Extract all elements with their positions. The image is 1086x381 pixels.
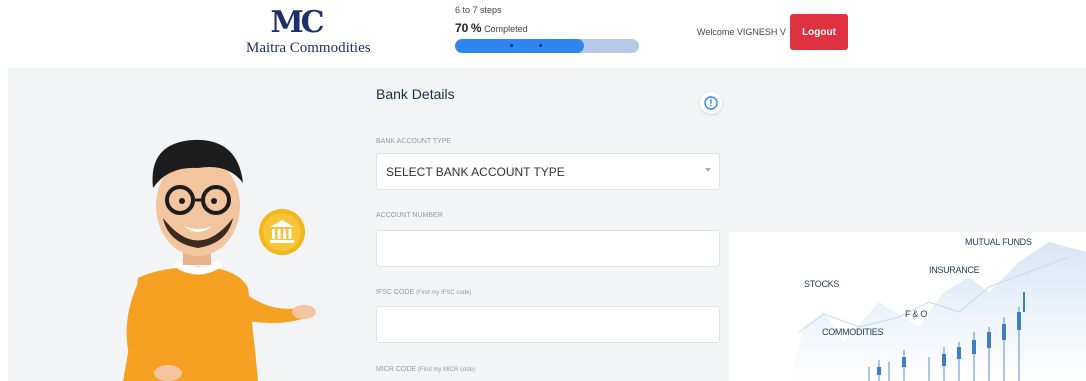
- find-micr-link[interactable]: (Find my MICR code): [418, 367, 475, 373]
- progress-bar-fill: [455, 39, 584, 53]
- welcome-text: Welcome VIGNESH V: [697, 27, 786, 37]
- steps-text: 6 to 7 steps: [455, 5, 502, 15]
- logout-button[interactable]: Logout: [790, 14, 848, 50]
- account-number-input[interactable]: [376, 230, 720, 267]
- account-number-label: ACCOUNT NUMBER: [376, 212, 443, 219]
- header: MC Maitra Commodities 6 to 7 steps 70 % …: [0, 0, 1086, 68]
- percent-line: 70 % Completed: [455, 21, 645, 35]
- bank-account-type-label: BANK ACCOUNT TYPE: [376, 138, 452, 145]
- micr-label: MICR CODE (Find my MICR code): [376, 366, 475, 373]
- bank-account-type-value: SELECT BANK ACCOUNT TYPE: [386, 165, 565, 179]
- micr-label-text: MICR CODE: [376, 366, 417, 373]
- progress-bar: [455, 39, 639, 53]
- percent-value: 70: [455, 21, 469, 35]
- finance-chart-graphic: [789, 242, 1086, 381]
- bank-details-form: Bank Details: [376, 86, 726, 102]
- bank-account-type-select[interactable]: SELECT BANK ACCOUNT TYPE: [376, 153, 720, 190]
- completed-label: Completed: [484, 24, 528, 34]
- ifsc-label: IFSC CODE (Find my IFSC code): [376, 289, 471, 296]
- logo-text: Maitra Commodities: [246, 40, 371, 56]
- progress-section: 6 to 7 steps 70 % Completed: [455, 5, 645, 53]
- f-and-o-label: F & O: [905, 309, 928, 319]
- form-title: Bank Details: [376, 86, 455, 102]
- info-icon-glyph: [704, 96, 718, 110]
- info-icon[interactable]: [700, 92, 722, 114]
- progress-dot: [539, 44, 542, 47]
- finance-products-image: MUTUAL FUNDS INSURANCE STOCKS F & O COMM…: [729, 232, 1086, 381]
- progress-dot: [510, 44, 513, 47]
- mutual-funds-label: MUTUAL FUNDS: [965, 237, 1032, 247]
- ifsc-label-text: IFSC CODE: [376, 289, 415, 296]
- commodities-label: COMMODITIES: [822, 327, 884, 337]
- percent-suffix: %: [470, 21, 482, 35]
- ifsc-input[interactable]: [376, 306, 720, 343]
- logo[interactable]: MC Maitra Commodities: [246, 5, 371, 57]
- bank-icon: [259, 209, 305, 255]
- chevron-down-icon: [705, 168, 711, 172]
- find-ifsc-link[interactable]: (Find my IFSC code): [416, 290, 471, 296]
- insurance-label: INSURANCE: [929, 265, 980, 275]
- logo-mark: MC: [270, 5, 324, 40]
- stocks-label: STOCKS: [804, 279, 840, 289]
